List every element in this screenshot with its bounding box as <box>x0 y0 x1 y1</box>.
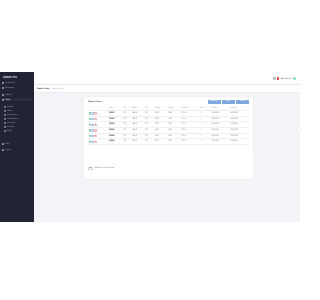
brand-logo[interactable]: IQSMS TFS <box>3 76 17 79</box>
table-cell: TYP <box>122 138 133 146</box>
sidebar-item-label: Locations <box>7 121 16 124</box>
sidebar-item-label: Messages <box>5 86 15 89</box>
delete-button[interactable]: ✕ <box>94 140 97 143</box>
menu-icon <box>2 93 4 96</box>
add-new-button[interactable]: Add New <box>208 100 221 104</box>
export-button[interactable]: Export <box>236 100 249 104</box>
sidebar-item-label: Settings <box>7 125 15 128</box>
sidebar-item-locations[interactable]: Locations <box>4 121 32 124</box>
data-table: Code Type Airport City Country Region Time Zon… <box>88 107 249 146</box>
menu-icon <box>2 148 4 151</box>
delete-button[interactable]: ✕ <box>94 112 97 115</box>
table-cell: UTC+0 <box>180 138 200 146</box>
sidebar-item-departments[interactable]: Departments <box>4 117 32 120</box>
table-cell: 01/01/2020 <box>229 138 249 146</box>
breadcrumb-bar: Station Codes Station Codes <box>34 85 300 93</box>
sidebar-item-messages[interactable]: Messages <box>2 86 32 89</box>
avatar[interactable] <box>293 77 296 80</box>
topbar-icons: Administrator <box>273 77 296 80</box>
sidebar-item-label: Dashboard <box>5 81 15 84</box>
table-cell: 1 <box>199 138 211 146</box>
row-actions: ◉ ✎ ✕ <box>88 138 109 146</box>
table-cell: REG <box>168 138 181 146</box>
sidebar-item-label: Departments <box>7 117 19 120</box>
table-cell: CITY <box>144 138 155 146</box>
user-name[interactable]: Administrator <box>281 78 292 80</box>
table-cell: ABCD <box>132 138 145 146</box>
pagination-summary: Showing 1 to 6 of 6 entries <box>95 168 114 169</box>
breadcrumb: Station Codes Station Codes <box>37 88 64 90</box>
menu-icon <box>2 81 4 84</box>
delete-button[interactable]: ✕ <box>94 123 97 126</box>
notification-icon[interactable] <box>277 77 280 80</box>
table-cell: STA006 <box>108 138 123 146</box>
menu-icon <box>4 125 6 128</box>
sidebar-item-groups[interactable]: Groups <box>4 105 32 108</box>
sidebar-item-label: Groups <box>7 105 14 108</box>
delete-button[interactable]: ✕ <box>94 134 97 138</box>
sidebar-item-roles[interactable]: Roles <box>4 109 32 112</box>
breadcrumb-other[interactable]: Station Codes <box>52 88 64 90</box>
delete-button[interactable]: ✕ <box>94 129 97 132</box>
topbar: Administrator <box>34 72 300 85</box>
sidebar-item-permissions[interactable]: Permissions <box>4 113 32 116</box>
menu-icon <box>2 86 4 89</box>
card-actions: Add New Import Export <box>208 100 249 104</box>
sidebar-item-label: Permissions <box>7 113 18 116</box>
sidebar-item-dashboard[interactable]: Dashboard <box>2 81 32 84</box>
sidebar-item-reports[interactable]: Reports <box>2 93 32 96</box>
sidebar-item-users[interactable]: Users <box>2 98 32 101</box>
menu-icon <box>4 121 6 124</box>
import-button[interactable]: Import <box>222 100 235 104</box>
menu-icon <box>2 142 4 145</box>
app-window: IQSMS TFS Dashboard Messages Reports Users G… <box>0 72 300 222</box>
sidebar-item-label: Audit <box>7 129 12 132</box>
menu-icon <box>4 113 6 116</box>
search-icon[interactable] <box>273 77 276 80</box>
sidebar-item-settings[interactable]: Settings <box>4 125 32 128</box>
pagination: 10 Showing 1 to 6 of 6 entries <box>88 167 114 170</box>
table-cell: 01/01/2020 <box>210 138 230 146</box>
sidebar-item-audit[interactable]: Audit <box>4 129 32 132</box>
menu-icon <box>4 105 6 108</box>
card-title: Station Codes <box>88 101 102 103</box>
menu-icon <box>2 98 4 101</box>
settings-drawer-handle[interactable]: ‹ <box>297 127 300 132</box>
sidebar-item-label: Help <box>5 142 10 145</box>
delete-button[interactable]: ✕ <box>94 117 97 121</box>
sidebar-item-help[interactable]: Help <box>2 142 32 145</box>
sidebar-item-logout[interactable]: Logout <box>2 148 32 151</box>
table-row: ◉ ✎ ✕ STA006 TYP ABCD CITY CNTR REG UTC+0 1 01/01/2… <box>88 138 249 146</box>
menu-icon <box>4 129 6 132</box>
page-size-select[interactable]: 10 <box>88 167 93 170</box>
table-cell: CNTR <box>154 138 169 146</box>
station-codes-card: Station Codes Add New Import Export Code… <box>84 97 253 179</box>
sidebar-item-label: Roles <box>7 109 13 112</box>
sidebar-item-label: Reports <box>5 93 13 96</box>
sidebar-item-label: Users <box>5 98 11 101</box>
breadcrumb-current[interactable]: Station Codes <box>37 88 50 90</box>
sidebar: IQSMS TFS Dashboard Messages Reports Users G… <box>0 72 34 222</box>
sidebar-item-label: Logout <box>5 148 12 151</box>
menu-icon <box>4 117 6 120</box>
menu-icon <box>4 109 6 112</box>
